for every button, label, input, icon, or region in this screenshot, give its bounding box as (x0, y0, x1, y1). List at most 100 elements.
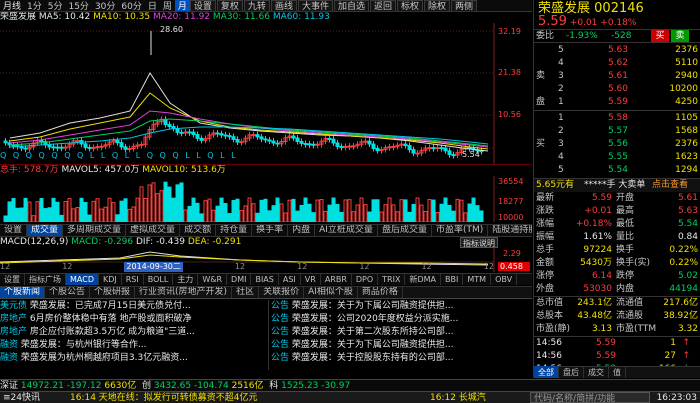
tab-stock-news[interactable]: 个股新闻 (0, 287, 46, 298)
ind-dmi[interactable]: DMI (227, 274, 252, 285)
settings-button[interactable]: 设置 (189, 0, 216, 11)
tab-position[interactable]: 持仓量 (216, 225, 253, 236)
index-ticker[interactable]: 深证 14972.21 -197.12 6630亿 创 3432.65 -104… (0, 379, 700, 391)
ind-rsi[interactable]: RSI (122, 274, 144, 285)
ask-row[interactable]: 盘 1 5.59 4250 (536, 96, 698, 109)
list-item[interactable]: 公告 荣盛发展：关于为下属公司融资提供担... (271, 339, 532, 352)
stock-header: 荣盛发展 002146 5.59 +0.01 +0.18% (534, 0, 700, 30)
ask-row[interactable]: 5 5.63 2376 (536, 44, 698, 57)
tick-tab-after[interactable]: 盘后 (559, 366, 584, 378)
sell-button[interactable]: 卖 (671, 30, 689, 42)
event-markers[interactable]: Q Q Q Q Q Q Q L L Q L L Q Q Q L L Q L L (0, 151, 494, 161)
order-banner[interactable]: 5.65元有 *****手 大卖单 点击查看 (534, 179, 700, 192)
tab-ai-similar[interactable]: AI相似个股 (304, 287, 358, 298)
add-favorite-button[interactable]: 加自选 (333, 0, 369, 11)
indicator-help-tooltip[interactable]: 指标说明 (460, 237, 498, 248)
tab-turnover-rate[interactable]: 换手率 (252, 225, 289, 236)
tab-pe[interactable]: 市盈率(TM) (432, 225, 489, 236)
period-1min[interactable]: 1分 (24, 0, 45, 11)
list-item[interactable]: 美元债 荣盛发展：已完成7月15日美元债兑付... (0, 300, 266, 313)
period-month[interactable]: 月 (174, 0, 190, 11)
tab-industry-news[interactable]: 行业资讯(房地产开发) (135, 287, 233, 298)
ind-obv[interactable]: OBV (491, 274, 518, 285)
ind-main[interactable]: 主力 (173, 274, 199, 285)
events-button[interactable]: 大事件 (297, 0, 333, 11)
ind-dma[interactable]: 新DMA (405, 274, 442, 285)
tab-inner[interactable]: 内盘 (288, 225, 316, 236)
banner-link[interactable]: 点击查看 (652, 179, 688, 192)
ind-arbr[interactable]: ARBR (321, 274, 352, 285)
ask-row[interactable]: 4 5.62 5110 (536, 57, 698, 70)
bid-row[interactable]: 1 5.58 1105 (536, 112, 698, 125)
tab-settings[interactable]: 设置 (0, 225, 28, 236)
tab-community[interactable]: 社区 (232, 287, 260, 298)
ind-vr[interactable]: VR (301, 274, 321, 285)
ind-bias[interactable]: BIAS (251, 274, 279, 285)
ind-bbi[interactable]: BBI (441, 274, 464, 285)
list-item[interactable]: 融资 荣盛发展为杭州桐越府项目3.3亿元融资... (0, 352, 266, 365)
list-item[interactable]: 房地产 房企应付账款超3.5万亿 成为粮道"三道... (0, 326, 266, 339)
list-item[interactable]: 公告 荣盛发展：关于为下属公司融资提供担... (271, 300, 532, 313)
draw-line-button[interactable]: 画线 (270, 0, 297, 11)
tab-stock-announcements[interactable]: 个股公告 (45, 287, 91, 298)
period-30min[interactable]: 30分 (92, 0, 118, 11)
list-item[interactable]: 融资 荣盛发展：与杭州银行等合作... (0, 339, 266, 352)
volume-bar (147, 184, 152, 222)
ind-wr[interactable]: W&R (198, 274, 228, 285)
volume-bar (11, 197, 16, 222)
period-15min[interactable]: 15分 (65, 0, 91, 11)
tab-multi-volume[interactable]: 多周期成交量 (63, 225, 127, 236)
both-sides-button[interactable]: 两侧 (451, 0, 478, 11)
ask-row[interactable]: 卖 3 5.61 2940 (536, 70, 698, 83)
period-5min[interactable]: 5分 (45, 0, 66, 11)
ind-dpo[interactable]: DPO (352, 274, 379, 285)
bid-row[interactable]: 2 5.57 1568 (536, 125, 698, 138)
period-week[interactable]: 周 (160, 0, 175, 11)
list-item[interactable]: 公告 荣盛发展：关于控股股东持有的公司部... (271, 352, 532, 365)
candle (271, 140, 276, 144)
volume-bar (187, 205, 192, 222)
tab-stock-research[interactable]: 个股研报 (90, 287, 136, 298)
period-60min[interactable]: 60分 (118, 0, 144, 11)
price-chart[interactable]: 28.60 5.54 32.19 21.38 10.56 (0, 23, 532, 165)
flash-news-button[interactable]: ≡24快讯 (0, 392, 70, 403)
ex-right-button[interactable]: 除权 (424, 0, 451, 11)
flash-news-text-2[interactable]: 16:12 长城汽 (430, 392, 530, 403)
search-input[interactable]: 代码/名称/简拼/功能 (530, 392, 650, 403)
tab-virtual-volume[interactable]: 虚拟成交量 (126, 225, 181, 236)
mark-button[interactable]: 标权 (397, 0, 424, 11)
tick-tab-deal[interactable]: 成交 (584, 366, 609, 378)
tab-ai-volume[interactable]: AI立桩成交量 (315, 225, 378, 236)
ind-asi[interactable]: ASI (279, 274, 301, 285)
flash-news-text[interactable]: 16:14 天地在线：拟发行可转债募资不超4亿元 (70, 392, 430, 403)
adjust-button[interactable]: 复权 (216, 0, 243, 11)
ind-macd[interactable]: MACD (66, 274, 99, 285)
back-button[interactable]: 返回 (369, 0, 396, 11)
tick-tab-value[interactable]: 值 (609, 366, 626, 378)
tick-tab-all[interactable]: 全部 (534, 366, 559, 378)
ind-trix[interactable]: TRIX (378, 274, 406, 285)
tab-volume[interactable]: 成交量 (27, 225, 64, 236)
tab-commodity[interactable]: 商品价格 (358, 287, 403, 298)
ind-mtm[interactable]: MTM (463, 274, 492, 285)
ind-settings[interactable]: 设置 (0, 274, 25, 285)
list-item[interactable]: 公告 荣盛发展：公司2020年度权益分派实施... (271, 313, 532, 326)
bid-row[interactable]: 5 5.54 1294 (536, 164, 698, 177)
period-day[interactable]: 日 (145, 0, 160, 11)
volume-chart[interactable]: 36554 18277 10000 (0, 176, 532, 222)
buy-button[interactable]: 买 (651, 30, 669, 42)
ask-row[interactable]: 2 5.60 10200 (536, 83, 698, 96)
list-item[interactable]: 房地产 6月房价整体稳中有落 地产股或面积破净 (0, 313, 266, 326)
ind-boll[interactable]: BOLL (144, 274, 174, 285)
ind-square[interactable]: 指标广场 (25, 274, 66, 285)
nine-turn-button[interactable]: 九转 (243, 0, 270, 11)
bid-row[interactable]: 4 5.55 1623 (536, 151, 698, 164)
bid-row[interactable]: 买 3 5.56 2376 (536, 138, 698, 151)
volume-bar (459, 199, 464, 222)
list-item[interactable]: 公告 荣盛发展：关于第二次股东所持公司部... (271, 326, 532, 339)
tab-after-hours[interactable]: 盘后成交量 (378, 225, 432, 236)
tab-related-quotes[interactable]: 关联报价 (259, 287, 305, 298)
ind-kdj[interactable]: KDJ (99, 274, 122, 285)
tab-hk-connect[interactable]: 陆股通持股变化 (488, 225, 532, 236)
tab-turnover-amount[interactable]: 成交额 (180, 225, 217, 236)
